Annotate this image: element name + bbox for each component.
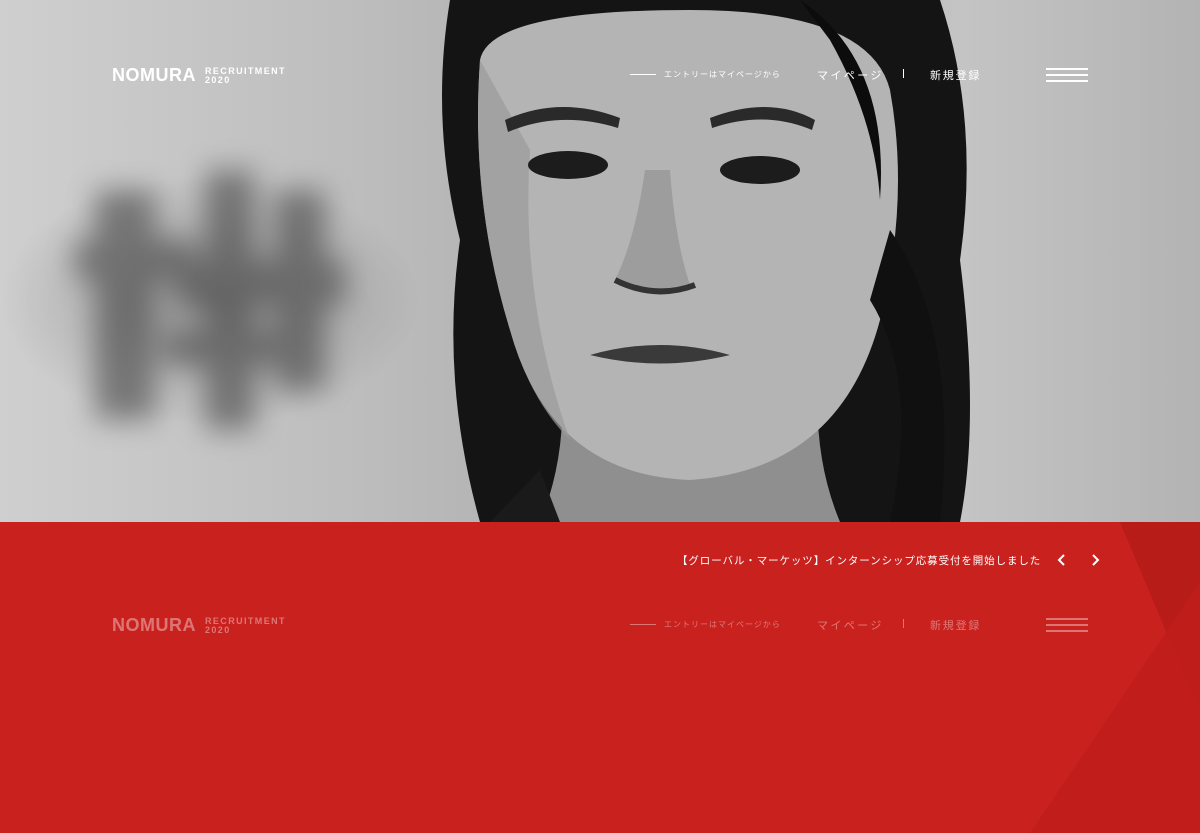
ghost-entry-note-text: エントリーはマイページから: [664, 620, 781, 629]
ghost-header: NOMURA RECRUITMENT 2020 エントリーはマイページから マイ…: [0, 605, 1200, 645]
entry-note-text: エントリーはマイページから: [664, 70, 781, 79]
ghost-entry-dash: [630, 624, 656, 625]
ghost-nav-separator: [903, 619, 904, 628]
red-section-background: [0, 522, 1200, 833]
chevron-right-icon[interactable]: [1085, 550, 1105, 570]
site-header: NOMURA RECRUITMENT 2020 エントリーはマイページから マイ…: [0, 55, 1200, 95]
ghost-entry-note: エントリーはマイページから: [630, 619, 781, 630]
mypage-link[interactable]: マイページ: [817, 67, 884, 83]
hamburger-menu-icon[interactable]: [1046, 67, 1088, 83]
ghost-logo-wordmark: NOMURA: [112, 615, 196, 635]
ghost-hamburger-menu-icon: [1046, 617, 1088, 633]
logo-wordmark: NOMURA: [112, 65, 196, 85]
nav-separator: [903, 69, 904, 78]
ghost-logo-subtitle-line2: 2020: [205, 624, 231, 635]
logo-subtitle-line2: 2020: [205, 74, 231, 85]
ghost-logo: NOMURA RECRUITMENT 2020: [112, 615, 286, 636]
blurred-background-character: [75, 170, 345, 430]
ghost-mypage-label: マイページ: [817, 619, 884, 632]
entry-dash: [630, 74, 656, 75]
logo-subtitle: RECRUITMENT 2020: [205, 66, 286, 85]
ghost-register-label: 新規登録: [930, 619, 982, 632]
chevron-left-icon[interactable]: [1052, 550, 1072, 570]
register-link[interactable]: 新規登録: [930, 67, 981, 83]
nomura-recruitment-logo[interactable]: NOMURA RECRUITMENT 2020: [112, 65, 286, 86]
news-headline[interactable]: 【グローバル・マーケッツ】インターンシップ応募受付を開始しました: [677, 553, 1041, 568]
entry-note: エントリーはマイページから: [630, 69, 781, 80]
ghost-logo-subtitle: RECRUITMENT 2020: [205, 616, 286, 635]
